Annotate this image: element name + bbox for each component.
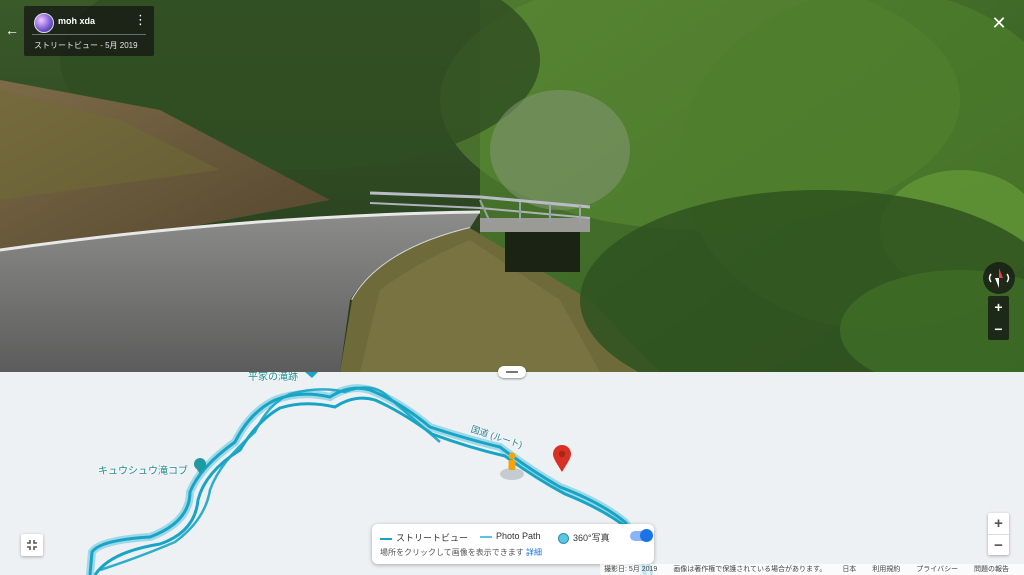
- map-zoom-out-button[interactable]: −: [988, 535, 1009, 556]
- legend-360-photo: 360°写真: [558, 531, 610, 545]
- panorama-image[interactable]: [0, 0, 1024, 372]
- more-options-icon[interactable]: ⋮: [134, 13, 147, 29]
- panorama-zoom-in-button[interactable]: +: [988, 296, 1009, 318]
- pane-resize-handle[interactable]: [498, 366, 526, 378]
- legend-hint: 場所をクリックして画像を表示できます 詳細: [380, 548, 542, 557]
- arrow-left-icon: ←: [5, 22, 19, 38]
- details-link[interactable]: 詳細: [526, 548, 542, 557]
- map-pane[interactable]: 平家の滝跡 キュウシュウ滝コブ 国道 (ルート) + − ストリートビュー Ph…: [0, 372, 1024, 575]
- street-view-panorama[interactable]: ← moh xda ⋮ ストリートビュー - 5月 2019 ✕ + −: [0, 0, 1024, 372]
- back-button[interactable]: ←: [4, 20, 20, 40]
- photo-dot-icon: [558, 533, 569, 545]
- place-label-left[interactable]: キュウシュウ滝コブ: [98, 462, 188, 477]
- legend-photo-path: Photo Path: [480, 531, 541, 541]
- footer-date: 撮影日: 5月 2019: [604, 566, 658, 573]
- uploader-name[interactable]: moh xda: [58, 16, 95, 26]
- close-button[interactable]: ✕: [988, 12, 1010, 34]
- coverage-legend: ストリートビュー Photo Path 360°写真 場所をクリックして画像を表…: [372, 524, 654, 564]
- place-label-top[interactable]: 平家の滝跡: [248, 372, 298, 383]
- solid-line-icon: [380, 537, 392, 540]
- panorama-zoom-out-button[interactable]: −: [988, 318, 1009, 340]
- panorama-zoom-control: + −: [988, 296, 1009, 340]
- location-pin-icon: [553, 445, 571, 472]
- uploader-avatar[interactable]: [34, 13, 54, 33]
- fullscreen-exit-icon: [27, 540, 37, 550]
- close-icon: ✕: [991, 13, 1007, 33]
- footer-privacy-link[interactable]: プライバシー: [916, 566, 958, 573]
- map-zoom-in-button[interactable]: +: [988, 513, 1009, 534]
- footer-report-link[interactable]: 問題の報告: [974, 566, 1009, 573]
- footer-copyright: 画像は著作権で保護されている場合があります。: [673, 566, 827, 573]
- divider: [32, 34, 146, 35]
- footer-region[interactable]: 日本: [842, 566, 856, 573]
- fullscreen-button[interactable]: [21, 534, 43, 556]
- footer-terms-link[interactable]: 利用規約: [872, 566, 900, 573]
- photo-info-card: moh xda ⋮ ストリートビュー - 5月 2019: [24, 6, 154, 56]
- legend-street-view: ストリートビュー: [380, 531, 468, 544]
- coverage-toggle[interactable]: [630, 529, 653, 542]
- pegman-icon: [508, 452, 516, 470]
- compass-button[interactable]: [983, 262, 1015, 294]
- map-zoom-control: + −: [988, 513, 1009, 555]
- compass-icon: [988, 268, 1010, 288]
- capture-date: ストリートビュー - 5月 2019: [34, 41, 138, 50]
- dashed-line-icon: [480, 535, 492, 538]
- map-footer: 撮影日: 5月 2019 画像は著作権で保護されている場合があります。 日本 利…: [600, 564, 1024, 575]
